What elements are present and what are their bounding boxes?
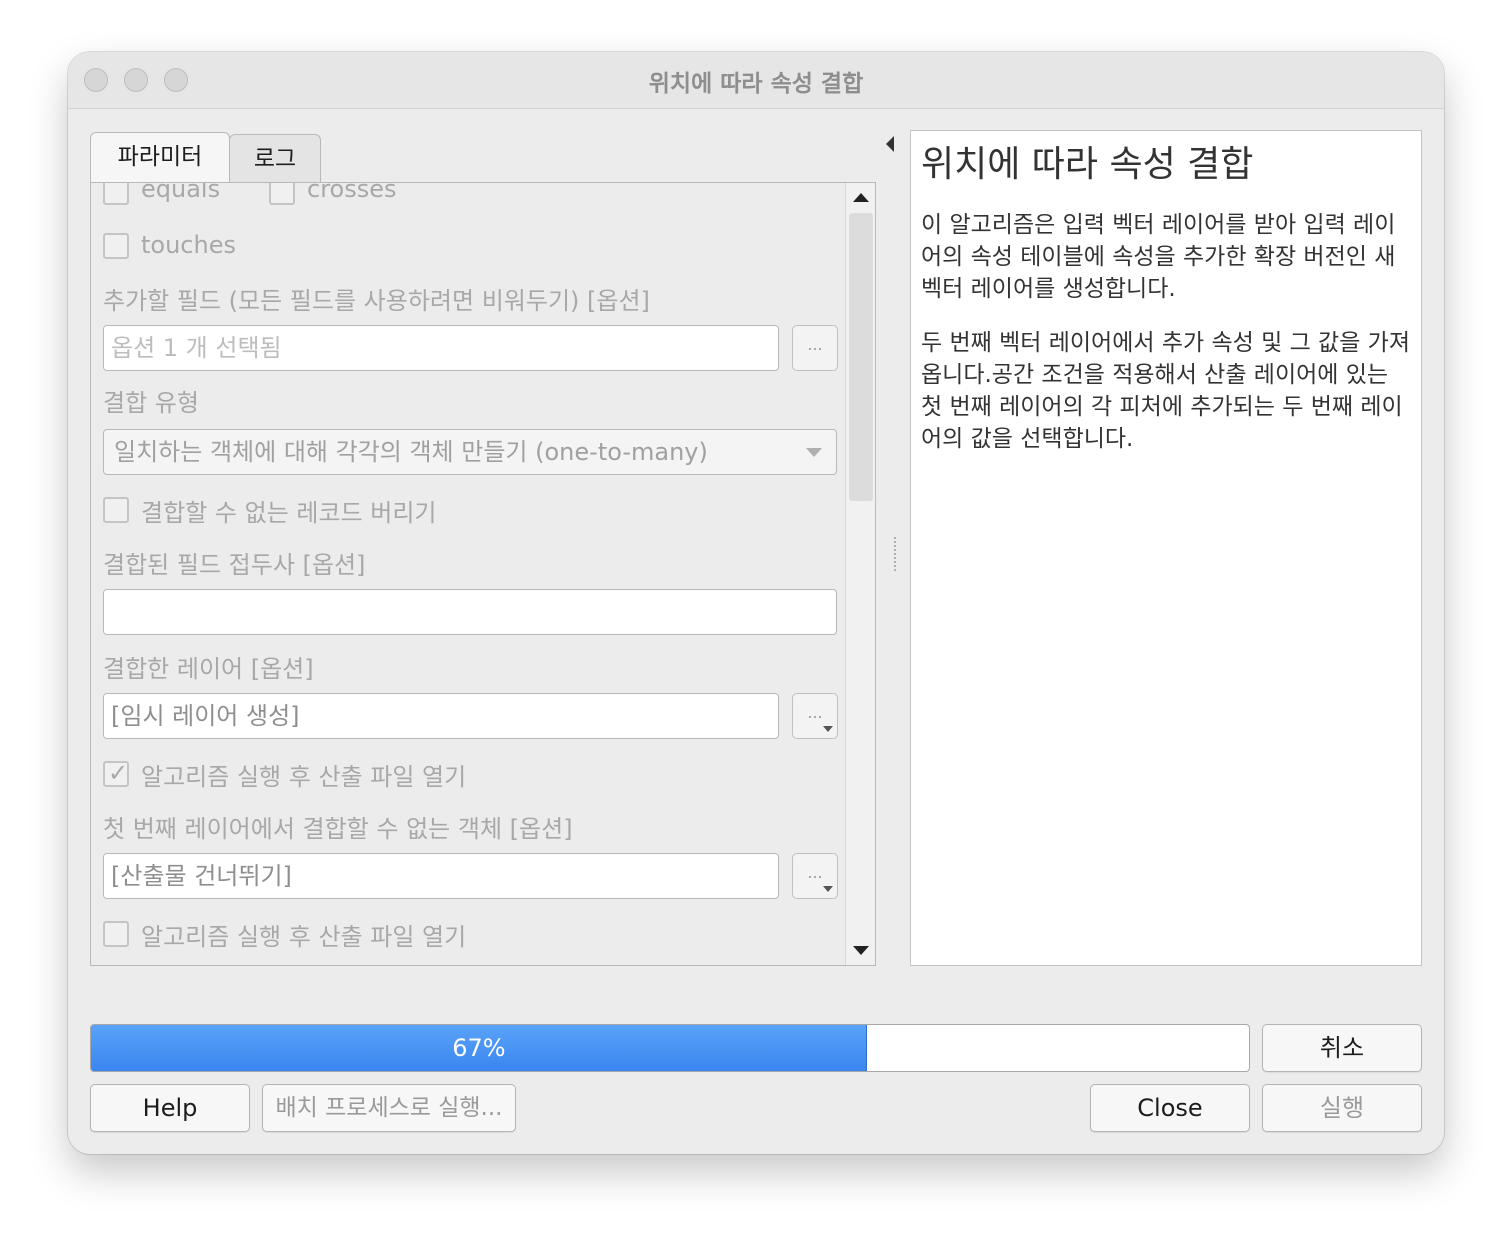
join-type-select[interactable]: 일치하는 객체에 대해 각각의 객체 만들기 (one-to-many) xyxy=(103,429,837,475)
discard-records-label: 결합할 수 없는 레코드 버리기 xyxy=(141,499,437,527)
field-prefix-label: 결합된 필드 접두사 [옵션] xyxy=(103,551,366,579)
equals-label: equals xyxy=(141,182,221,203)
cancel-button[interactable]: 취소 xyxy=(1262,1024,1422,1072)
scroll-up-icon[interactable] xyxy=(853,193,869,202)
splitter-handle[interactable] xyxy=(894,537,898,571)
crosses-label: crosses xyxy=(307,182,397,203)
crosses-checkbox[interactable] xyxy=(269,183,295,205)
chevron-down-icon xyxy=(806,448,822,457)
touches-checkbox[interactable] xyxy=(103,233,129,259)
scroll-down-icon[interactable] xyxy=(853,946,869,955)
batch-process-button[interactable]: 배치 프로세스로 실행... xyxy=(262,1084,516,1132)
window-title: 위치에 따라 속성 결합 xyxy=(648,71,864,97)
open-output-1-checkbox[interactable]: ✓ xyxy=(103,759,129,787)
close-button[interactable]: Close xyxy=(1090,1084,1250,1132)
help-button[interactable]: Help xyxy=(90,1084,250,1132)
field-prefix-input[interactable] xyxy=(103,589,837,635)
help-panel: 위치에 따라 속성 결합 이 알고리즘은 입력 벡터 레이어를 받아 입력 레이… xyxy=(910,130,1422,966)
open-output-2-label: 알고리즘 실행 후 산출 파일 열기 xyxy=(141,923,467,951)
fields-to-add-label: 추가할 필드 (모든 필드를 사용하려면 비워두기) [옵션] xyxy=(103,287,650,315)
progress-label: 67% xyxy=(452,1034,506,1062)
fields-to-add-input[interactable]: 옵션 1 개 선택됨 xyxy=(103,325,779,371)
parameters-panel: equals crosses touches 추가할 필드 (모든 필드를 사용… xyxy=(90,182,876,966)
unjoinable-label: 첫 번째 레이어에서 결합할 수 없는 객체 [옵션] xyxy=(103,815,573,843)
open-output-2-checkbox[interactable] xyxy=(103,921,129,947)
discard-records-checkbox[interactable] xyxy=(103,497,129,523)
join-type-value: 일치하는 객체에 대해 각각의 객체 만들기 (one-to-many) xyxy=(114,438,708,466)
dropdown-arrow-icon xyxy=(823,726,833,732)
join-type-label: 결합 유형 xyxy=(103,389,199,417)
collapse-help-icon[interactable] xyxy=(886,136,894,152)
help-paragraph-2: 두 번째 벡터 레이어에서 추가 속성 및 그 값을 가져옵니다.공간 조건을 … xyxy=(921,330,1410,452)
help-paragraph-1: 이 알고리즘은 입력 벡터 레이어를 받아 입력 레이어의 속성 테이블에 속성… xyxy=(921,212,1396,302)
equals-checkbox[interactable] xyxy=(103,183,129,205)
dialog-window: 위치에 따라 속성 결합 파라미터 로그 equals crosses touc… xyxy=(68,52,1444,1154)
tab-parameters[interactable]: 파라미터 xyxy=(90,132,230,182)
run-button[interactable]: 실행 xyxy=(1262,1084,1422,1132)
joined-layer-input[interactable]: [임시 레이어 생성] xyxy=(103,693,779,739)
help-title: 위치에 따라 속성 결합 xyxy=(921,144,1254,185)
open-output-1-label: 알고리즘 실행 후 산출 파일 열기 xyxy=(141,763,467,791)
touches-label: touches xyxy=(141,231,236,259)
title-bar: 위치에 따라 속성 결합 xyxy=(68,52,1444,109)
unjoinable-browse-button[interactable]: ... xyxy=(792,853,838,899)
joined-layer-label: 결합한 레이어 [옵션] xyxy=(103,655,314,683)
fields-browse-button[interactable]: ... xyxy=(792,325,838,371)
checkmark-icon: ✓ xyxy=(108,759,129,787)
progress-bar: 67% xyxy=(90,1024,1250,1072)
unjoinable-input[interactable]: [산출물 건너뛰기] xyxy=(103,853,779,899)
tab-log[interactable]: 로그 xyxy=(229,134,321,182)
scrollbar-thumb[interactable] xyxy=(849,213,873,501)
joined-layer-browse-button[interactable]: ... xyxy=(792,693,838,739)
dropdown-arrow-icon xyxy=(823,886,833,892)
parameters-scrollbar[interactable] xyxy=(845,183,875,965)
